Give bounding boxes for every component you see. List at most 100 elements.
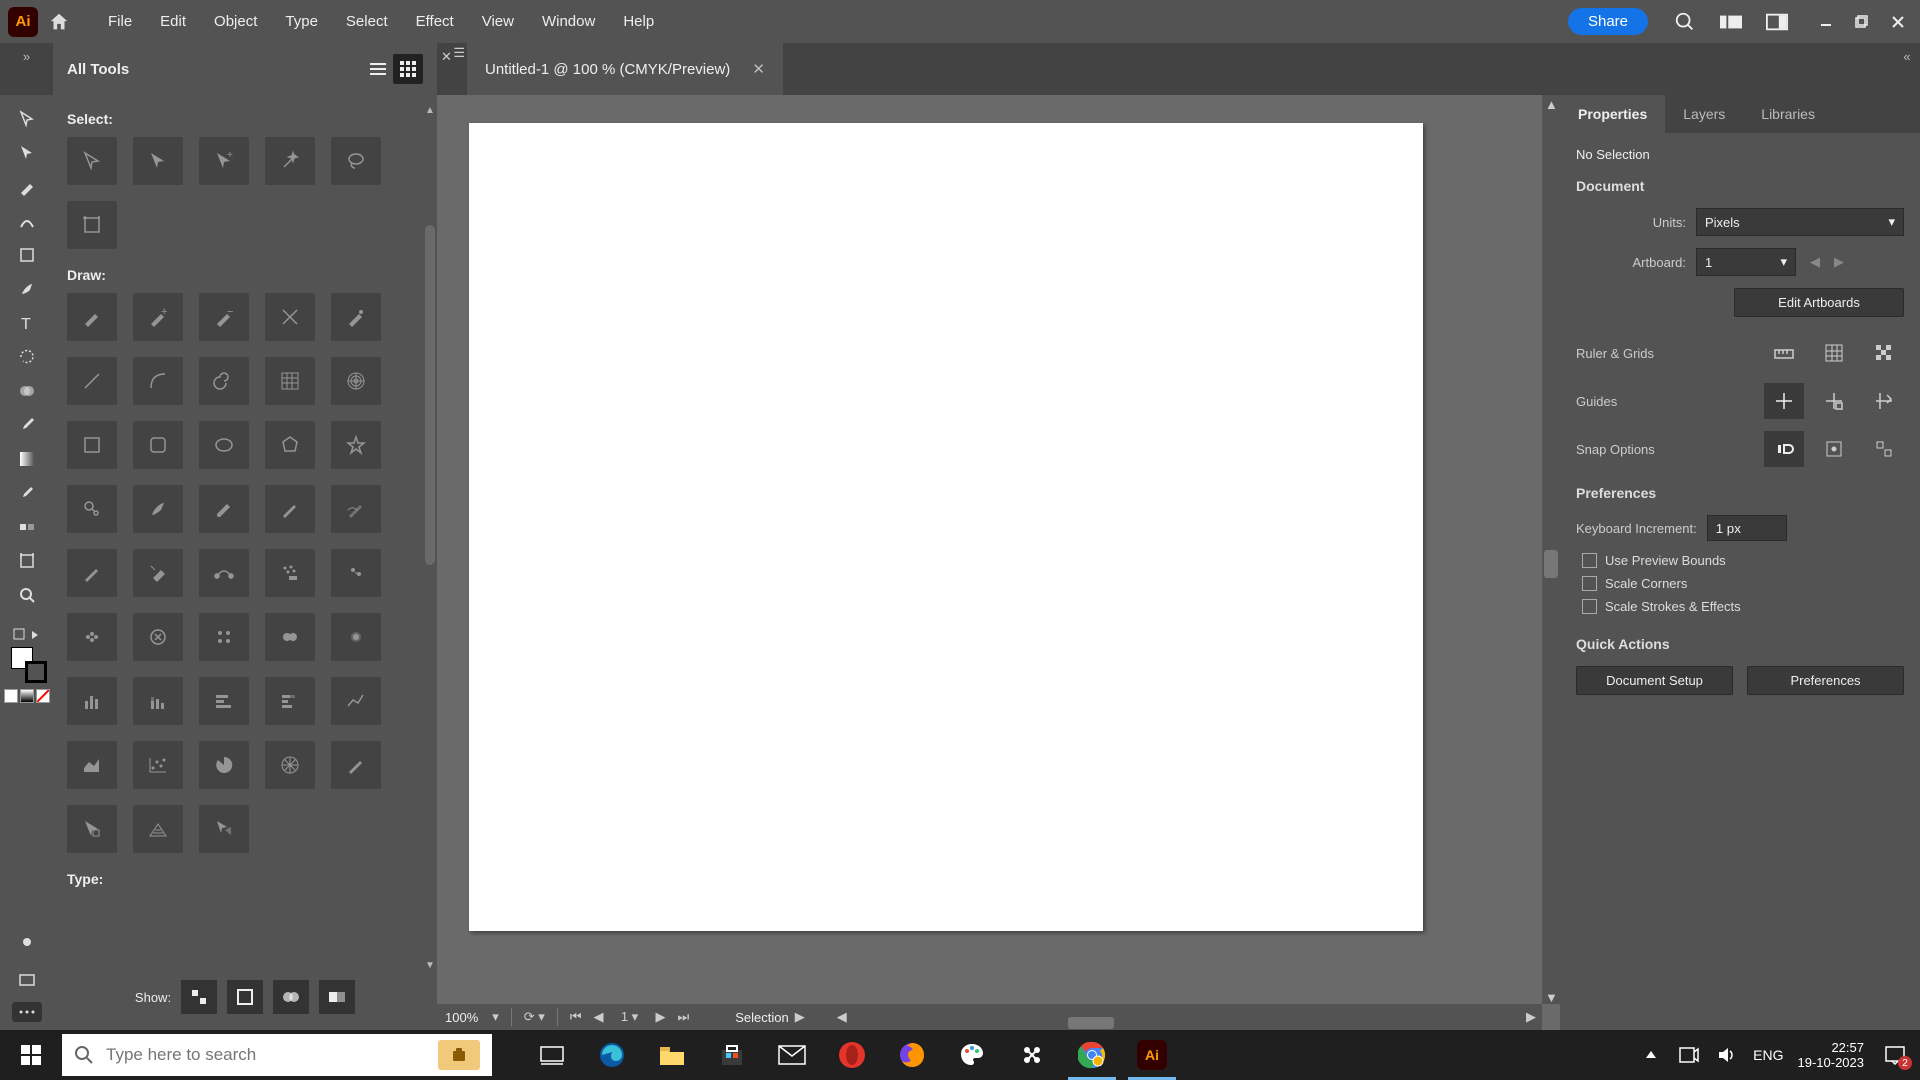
- tool-path-eraser[interactable]: [133, 549, 183, 597]
- tab-layers[interactable]: Layers: [1665, 95, 1743, 133]
- tool-slice[interactable]: [331, 741, 381, 789]
- search-icon[interactable]: [1666, 3, 1704, 41]
- tray-volume-icon[interactable]: [1715, 1043, 1739, 1067]
- minimize-button[interactable]: [1812, 11, 1840, 33]
- tool-rectangle[interactable]: [67, 421, 117, 469]
- blend-tool-icon[interactable]: [10, 511, 44, 543]
- shape-builder-tool-icon[interactable]: [10, 375, 44, 407]
- keyboard-increment-input[interactable]: [1707, 515, 1787, 541]
- tool-artboard[interactable]: [67, 201, 117, 249]
- artboard-select[interactable]: 1▾: [1696, 248, 1796, 276]
- tool-rounded-rectangle[interactable]: [133, 421, 183, 469]
- tool-area-graph[interactable]: [67, 741, 117, 789]
- menu-object[interactable]: Object: [200, 0, 271, 43]
- tool-join[interactable]: [199, 549, 249, 597]
- draw-mode-icon[interactable]: [10, 926, 44, 958]
- chrome-icon[interactable]: [1062, 1030, 1122, 1080]
- next-artboard-icon[interactable]: ▶: [650, 1009, 672, 1025]
- zoom-tool-icon[interactable]: [10, 579, 44, 611]
- grid-icon[interactable]: [1814, 335, 1854, 371]
- tool-ellipse[interactable]: [199, 421, 249, 469]
- tool-curvature[interactable]: [331, 293, 381, 341]
- eyedropper2-tool-icon[interactable]: [10, 477, 44, 509]
- menu-view[interactable]: View: [468, 0, 528, 43]
- scale-strokes-checkbox[interactable]: Scale Strokes & Effects: [1582, 599, 1904, 614]
- lock-guides-icon[interactable]: [1814, 383, 1854, 419]
- search-suffix-icon[interactable]: [438, 1040, 480, 1070]
- vertical-scrollbar[interactable]: ▲ ▼: [1542, 95, 1560, 1004]
- tool-shaper[interactable]: [331, 485, 381, 533]
- zoom-level[interactable]: 100%: [437, 1010, 486, 1025]
- next-artboard-button[interactable]: ▶: [1830, 251, 1848, 273]
- tool-spiral[interactable]: [199, 357, 249, 405]
- tool-star[interactable]: [331, 421, 381, 469]
- fill-stroke-color[interactable]: [11, 647, 43, 679]
- tray-meet-icon[interactable]: [1677, 1043, 1701, 1067]
- tool-symbol-stainer[interactable]: [265, 613, 315, 661]
- close-alltools-icon[interactable]: ✕: [441, 49, 452, 65]
- tool-magic-wand[interactable]: [265, 137, 315, 185]
- paint-icon[interactable]: [942, 1030, 1002, 1080]
- color-mode-icon[interactable]: [4, 689, 18, 703]
- app-icon[interactable]: [1002, 1030, 1062, 1080]
- stroke-color[interactable]: [25, 661, 47, 683]
- show-all-icon[interactable]: [319, 980, 355, 1014]
- tool-column-graph[interactable]: [67, 677, 117, 725]
- tool-direct-selection[interactable]: [133, 137, 183, 185]
- edit-artboards-button[interactable]: Edit Artboards: [1734, 288, 1904, 317]
- gradient-tool-icon[interactable]: [10, 443, 44, 475]
- tool-delete-anchor[interactable]: −: [199, 293, 249, 341]
- notifications-icon[interactable]: 2: [1878, 1038, 1912, 1072]
- prev-artboard-icon[interactable]: ◀: [588, 1009, 610, 1025]
- rectangle-tool-icon[interactable]: [10, 239, 44, 271]
- first-artboard-icon[interactable]: ⏮: [564, 1009, 588, 1025]
- close-button[interactable]: [1884, 11, 1912, 33]
- tool-add-anchor[interactable]: +: [133, 293, 183, 341]
- tool-flare[interactable]: [67, 485, 117, 533]
- gradient-mode-icon[interactable]: [20, 689, 34, 703]
- workspace-switcher-icon[interactable]: [1758, 3, 1796, 41]
- show-custom-icon[interactable]: [273, 980, 309, 1014]
- tool-bar-graph[interactable]: [199, 677, 249, 725]
- smart-guides-icon[interactable]: [1864, 383, 1904, 419]
- menu-edit[interactable]: Edit: [146, 0, 200, 43]
- zoom-dropdown-icon[interactable]: ▾: [486, 1009, 505, 1025]
- none-mode-icon[interactable]: [36, 689, 50, 703]
- tool-anchor-point[interactable]: [265, 293, 315, 341]
- firefox-icon[interactable]: [882, 1030, 942, 1080]
- tool-blob-brush[interactable]: [199, 485, 249, 533]
- artboard-nav-field[interactable]: 1 ▾: [610, 1009, 650, 1025]
- show-basic-icon[interactable]: [181, 980, 217, 1014]
- show-advanced-icon[interactable]: [227, 980, 263, 1014]
- tool-pie-graph[interactable]: [199, 741, 249, 789]
- menu-effect[interactable]: Effect: [402, 0, 468, 43]
- edit-toolbar-icon[interactable]: [12, 1002, 42, 1022]
- tray-clock[interactable]: 22:57 19-10-2023: [1798, 1040, 1865, 1070]
- rotate-view-icon[interactable]: ⟳ ▾: [518, 1009, 551, 1025]
- tool-group-selection[interactable]: +: [199, 137, 249, 185]
- start-button[interactable]: [0, 1030, 62, 1080]
- tool-symbol-sprayer[interactable]: [265, 549, 315, 597]
- tool-pen[interactable]: [67, 293, 117, 341]
- artboard[interactable]: [469, 123, 1423, 931]
- units-select[interactable]: Pixels▾: [1696, 208, 1904, 236]
- menu-window[interactable]: Window: [528, 0, 609, 43]
- file-explorer-icon[interactable]: [642, 1030, 702, 1080]
- eyedropper-tool-icon[interactable]: [10, 409, 44, 441]
- tool-lasso[interactable]: [331, 137, 381, 185]
- alltools-scrollbar[interactable]: ▲ ▼: [425, 105, 435, 970]
- canvas-area[interactable]: ▲ ▼ 100% ▾ ⟳ ▾ ⏮ ◀ 1 ▾ ▶ ⏭ Selection ▶ ◀…: [437, 95, 1560, 1030]
- tool-dropdown-icon[interactable]: ▶: [789, 1009, 811, 1025]
- list-view-icon[interactable]: [363, 54, 393, 84]
- tool-polygon[interactable]: [265, 421, 315, 469]
- hscroll-left-icon[interactable]: ◀: [831, 1009, 853, 1025]
- expand-panels-icon[interactable]: »: [0, 43, 53, 95]
- store-icon[interactable]: [702, 1030, 762, 1080]
- tool-polar-grid[interactable]: [331, 357, 381, 405]
- selection-tool-icon[interactable]: [10, 103, 44, 135]
- tool-pencil[interactable]: [265, 485, 315, 533]
- tool-line-segment[interactable]: [67, 357, 117, 405]
- tool-selection[interactable]: [67, 137, 117, 185]
- tray-expand-icon[interactable]: [1639, 1043, 1663, 1067]
- grid-view-icon[interactable]: [393, 54, 423, 84]
